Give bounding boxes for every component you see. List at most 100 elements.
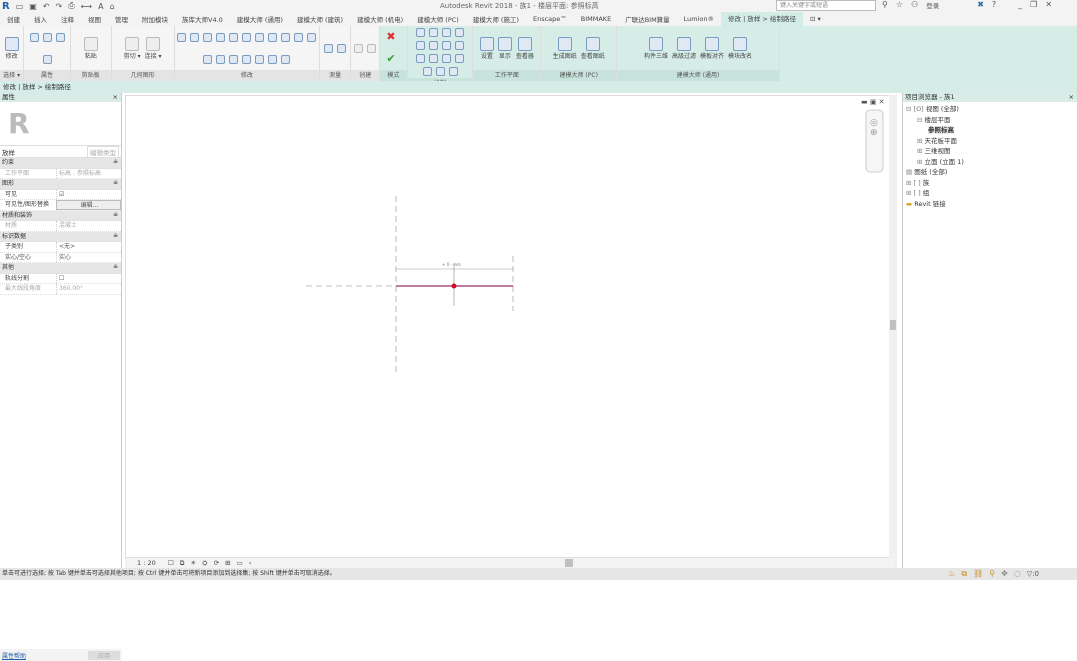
drag-elements-icon[interactable]: ✥ — [1001, 568, 1008, 580]
property-group[interactable]: 图形 ≗ — [0, 179, 121, 190]
tool-icon[interactable] — [190, 32, 200, 42]
type-filter-dropdown[interactable]: 放样 — [2, 147, 15, 157]
view-window-controls[interactable]: ▬ ▣ ✕ — [861, 98, 885, 106]
collapse-icon[interactable]: ≗ — [113, 179, 118, 189]
expand-icon[interactable]: ⊞ — [917, 147, 922, 155]
browser-item[interactable]: ⊟ 楼层平面 — [906, 115, 1077, 126]
binoculars-icon[interactable]: ⚲ — [882, 0, 888, 10]
tool-icon[interactable] — [42, 54, 52, 64]
tool-icon[interactable] — [422, 67, 432, 76]
tool-icon[interactable] — [242, 32, 252, 42]
select-links-icon[interactable]: ⛓ — [973, 568, 983, 580]
drawing-canvas[interactable]: + 0 - mm ◎ ⊕ ▬ ▣ ✕ — [125, 95, 895, 558]
view-control-icons[interactable]: ☐ ⧉ ☀ ⛭ ⟳ ⊞ ▭ ‹ — [168, 559, 254, 567]
tool-button[interactable]: 显示 — [497, 36, 512, 60]
property-value[interactable]: 标高 : 参照标高 — [56, 168, 121, 178]
tool-icon[interactable] — [42, 32, 52, 42]
save-icon[interactable]: ▣ — [29, 2, 37, 11]
browser-item[interactable]: ⊞ 三维视图 — [906, 146, 1077, 157]
design-options-icon[interactable]: ⧉ — [961, 568, 967, 580]
scale-selector[interactable]: 1 : 20 — [137, 559, 156, 567]
tab-13[interactable]: BIMMAKE — [574, 15, 618, 23]
tool-button[interactable]: 高级过滤 — [672, 36, 696, 60]
tool-icon[interactable] — [367, 43, 377, 53]
close-icon[interactable]: × — [1069, 93, 1074, 102]
apply-button[interactable]: 应用 — [87, 650, 120, 660]
collapse-icon[interactable]: ≗ — [113, 211, 118, 221]
expand-icon[interactable]: ⊞ — [917, 137, 922, 145]
tool-button[interactable]: 模板对齐 — [700, 36, 724, 60]
tool-icon[interactable] — [229, 54, 239, 64]
tool-icon[interactable] — [416, 54, 425, 63]
tool-icon[interactable] — [448, 67, 458, 76]
tab-5[interactable]: 附加模块 — [135, 14, 175, 24]
exchange-icon[interactable]: ✖ — [977, 0, 984, 10]
print-icon[interactable]: ⎙ — [68, 1, 74, 11]
property-group[interactable]: 材质和装饰 ≗ — [0, 210, 121, 221]
tool-button[interactable]: 生成图纸 — [553, 36, 577, 60]
tool-icon[interactable] — [324, 43, 334, 53]
collapse-icon[interactable]: ≗ — [113, 263, 118, 273]
tool-icon[interactable] — [29, 32, 39, 42]
navigation-bar[interactable]: ◎ ⊕ — [870, 118, 878, 138]
search-input[interactable]: 键入关键字或短语 — [776, 0, 876, 11]
property-value[interactable]: <无> — [56, 242, 121, 252]
horizontal-scrollbar[interactable] — [565, 559, 573, 567]
browser-item[interactable]: ⊞ 立面 (立面 1) — [906, 157, 1077, 168]
tool-icon[interactable] — [177, 32, 187, 42]
filter-count[interactable]: ▽:0 — [1027, 568, 1039, 580]
worksets-icon[interactable]: ♨ — [948, 568, 955, 580]
expand-icon[interactable]: ⊞ — [906, 189, 911, 197]
property-value[interactable]: 编辑... — [56, 200, 121, 210]
property-value[interactable]: ☑ — [56, 189, 121, 199]
tool-icon[interactable] — [337, 43, 347, 53]
property-group[interactable]: 其他 ≗ — [0, 263, 121, 274]
tab-11[interactable]: 建模大师 (施工) — [466, 14, 526, 24]
browser-item[interactable]: ⊞ [ ] 组 — [906, 188, 1077, 199]
expand-icon[interactable]: ⊞ — [906, 179, 911, 187]
tab-10[interactable]: 建模大师 (PC) — [410, 14, 466, 24]
collapse-icon[interactable]: ≗ — [113, 158, 118, 168]
tool-button[interactable]: 模块改名 — [728, 36, 752, 60]
redo-icon[interactable]: ↷ — [56, 2, 63, 11]
login-button[interactable]: 登录 — [926, 0, 939, 10]
tool-icon[interactable] — [416, 41, 425, 50]
tab-15[interactable]: Lumion® — [677, 15, 721, 23]
tab-9[interactable]: 建模大师 (机电) — [350, 14, 410, 24]
tool-icon[interactable] — [229, 32, 239, 42]
tool-icon[interactable] — [435, 67, 445, 76]
tool-icon[interactable] — [429, 28, 438, 37]
tab-14[interactable]: 广联达BIM算量 — [618, 14, 676, 24]
tool-button[interactable]: 查看图纸 — [581, 36, 605, 60]
tool-icon[interactable] — [255, 54, 265, 64]
tab-1[interactable]: 插入 — [27, 14, 54, 24]
tab-17[interactable]: ⊡ ▾ — [803, 15, 828, 23]
user-icon[interactable]: ⚇ — [911, 0, 918, 10]
background-process-icon[interactable]: ○ — [1014, 568, 1021, 580]
edit-type-button[interactable]: 编辑类型 — [87, 145, 119, 158]
close-button[interactable]: ✕ — [1045, 0, 1052, 10]
panel-label[interactable]: 选择 ▾ — [0, 70, 24, 81]
3d-view-icon[interactable]: ⌂ — [110, 2, 115, 11]
tool-button[interactable]: 设置 — [479, 36, 494, 60]
property-value[interactable]: ☐ — [56, 273, 121, 283]
tab-4[interactable]: 管理 — [108, 14, 135, 24]
text-icon[interactable]: A — [98, 2, 103, 11]
finish-edit-icon[interactable]: ✔ — [386, 52, 400, 66]
tool-icon[interactable] — [242, 54, 252, 64]
tool-button[interactable]: 粘贴 — [83, 36, 98, 60]
tool-icon[interactable] — [268, 32, 278, 42]
revit-logo[interactable]: R — [2, 1, 10, 12]
tool-button[interactable]: 修改 — [4, 36, 19, 60]
browser-item[interactable]: ▬ Revit 链接 — [906, 199, 1077, 210]
tab-7[interactable]: 建模大师 (通用) — [230, 14, 290, 24]
tool-button[interactable]: 剪切 ▾ — [124, 36, 141, 60]
tool-icon[interactable] — [281, 54, 291, 64]
type-selector[interactable]: R — [0, 102, 121, 146]
tab-2[interactable]: 注释 — [54, 14, 81, 24]
browser-item[interactable]: ▤ 图纸 (全部) — [906, 167, 1077, 178]
tool-icon[interactable] — [442, 28, 451, 37]
tab-12[interactable]: Enscape™ — [526, 15, 574, 23]
tool-icon[interactable] — [429, 54, 438, 63]
vertical-scrollbar[interactable] — [889, 95, 897, 568]
